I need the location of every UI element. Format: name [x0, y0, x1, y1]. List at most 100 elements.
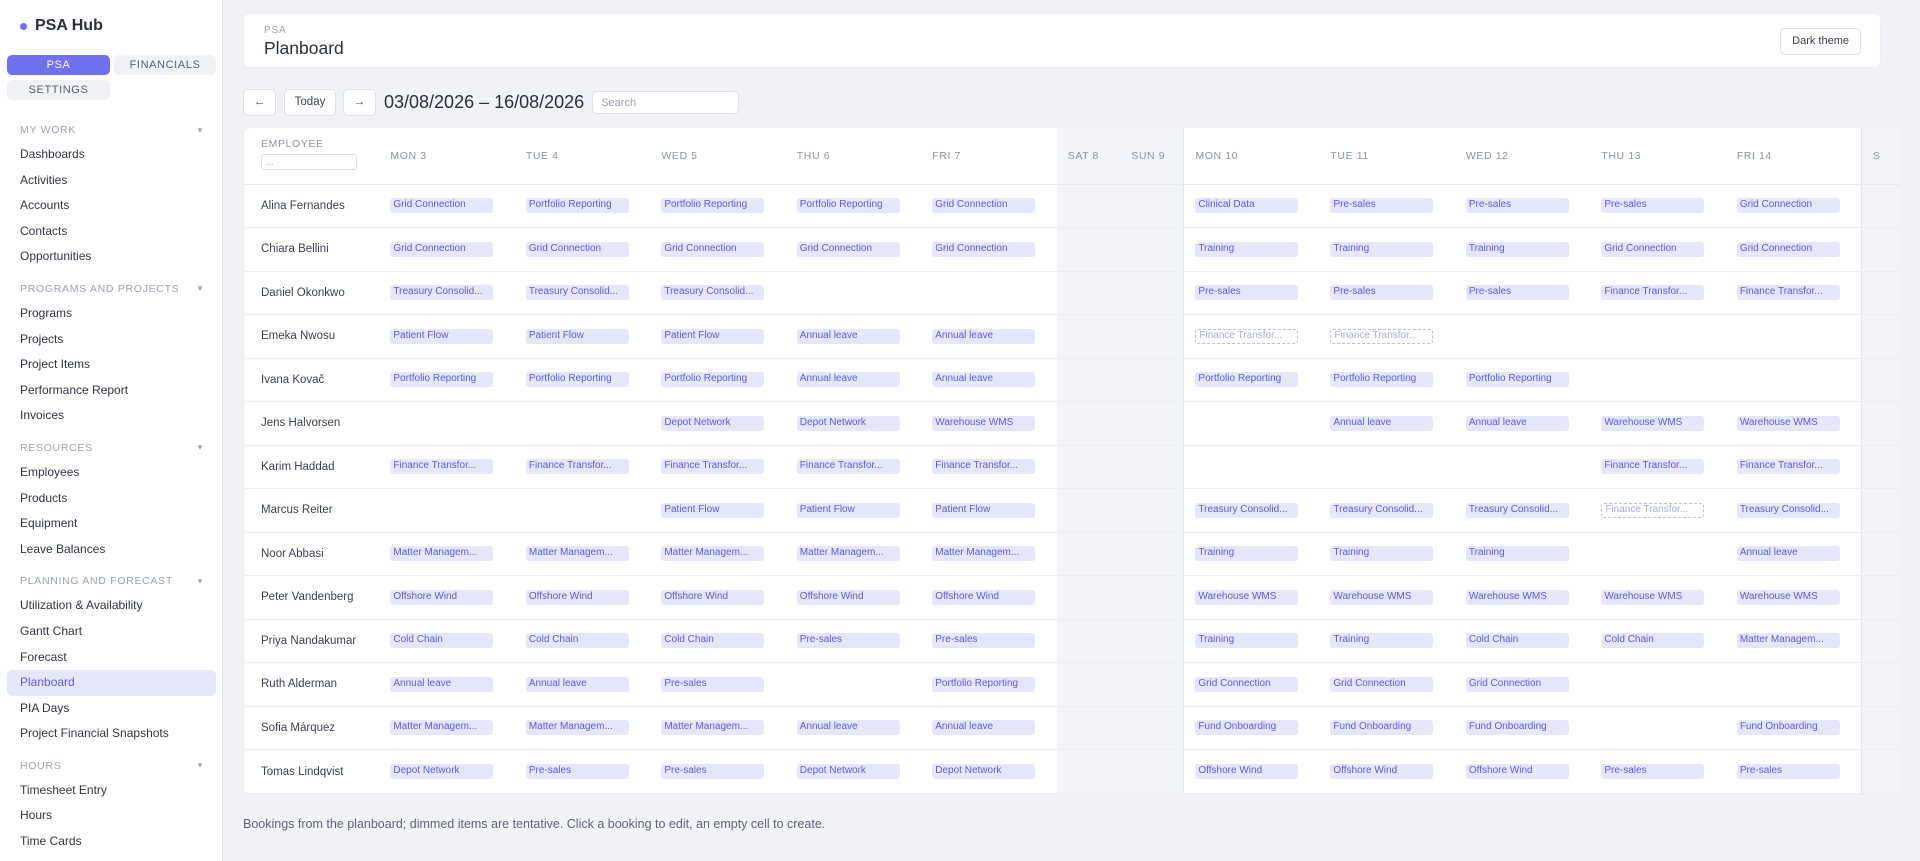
- nav-section-header[interactable]: PLANNING AND FORECAST ▾: [0, 569, 222, 593]
- planboard-cell[interactable]: [1120, 445, 1184, 489]
- planboard-cell[interactable]: Finance Transfor...: [1183, 314, 1320, 359]
- booking[interactable]: Finance Transfor...: [1736, 285, 1840, 301]
- booking[interactable]: Offshore Wind: [525, 589, 629, 605]
- booking[interactable]: Portfolio Reporting: [525, 372, 629, 388]
- planboard-cell[interactable]: Cold Chain: [1590, 619, 1726, 663]
- planboard-cell[interactable]: Finance Transfor...: [785, 445, 922, 489]
- planboard-cell[interactable]: [1590, 532, 1726, 576]
- sidebar-item-opportunities[interactable]: Opportunities: [7, 244, 216, 270]
- nav-section-header[interactable]: HOURS ▾: [0, 754, 222, 778]
- booking[interactable]: Grid Connection: [1601, 241, 1705, 257]
- planboard-cell[interactable]: Treasury Consolid...: [1183, 488, 1320, 533]
- planboard-cell[interactable]: [1120, 314, 1184, 359]
- planboard-cell[interactable]: [514, 488, 651, 533]
- planboard-cell[interactable]: Depot Network: [379, 750, 514, 794]
- planboard-cell[interactable]: [1056, 488, 1121, 533]
- planboard-cell[interactable]: Finance Transfor...: [1319, 314, 1455, 359]
- booking[interactable]: Warehouse WMS: [932, 415, 1036, 431]
- booking[interactable]: Training: [1465, 546, 1569, 562]
- employee-name[interactable]: Ivana Kovač: [244, 358, 380, 402]
- planboard-cell[interactable]: Clinical Data: [1183, 184, 1320, 228]
- booking[interactable]: Fund Onboarding: [1330, 720, 1434, 736]
- chevron-down-icon[interactable]: ▾: [198, 283, 203, 294]
- app-brand[interactable]: PSA Hub: [20, 17, 103, 35]
- planboard-cell[interactable]: Patient Flow: [921, 488, 1057, 533]
- planboard-cell[interactable]: Grid Connection: [1725, 227, 1862, 272]
- planboard-cell[interactable]: [1860, 619, 1900, 663]
- booking[interactable]: Pre-sales: [525, 764, 629, 779]
- booking[interactable]: Patient Flow: [525, 328, 629, 344]
- booking[interactable]: Patient Flow: [932, 502, 1036, 518]
- planboard-cell[interactable]: [1120, 706, 1184, 750]
- planboard-cell[interactable]: [1056, 575, 1121, 620]
- booking[interactable]: Cold Chain: [525, 633, 629, 649]
- planboard-cell[interactable]: [1860, 271, 1900, 315]
- planboard-cell[interactable]: Offshore Wind: [650, 575, 786, 620]
- planboard-cell[interactable]: [1056, 401, 1121, 446]
- booking[interactable]: Annual leave: [932, 372, 1036, 388]
- planboard-cell[interactable]: [1183, 401, 1320, 446]
- planboard-cell[interactable]: Cold Chain: [1454, 619, 1591, 663]
- booking[interactable]: Matter Managem...: [390, 720, 494, 736]
- planboard-cell[interactable]: Grid Connection: [921, 184, 1057, 228]
- booking[interactable]: Grid Connection: [1195, 676, 1299, 692]
- booking[interactable]: Fund Onboarding: [1195, 720, 1299, 736]
- planboard-cell[interactable]: Grid Connection: [514, 227, 651, 272]
- booking[interactable]: Treasury Consolid...: [1330, 502, 1434, 518]
- employee-name[interactable]: Marcus Reiter: [244, 488, 380, 533]
- planboard-cell[interactable]: [1860, 445, 1900, 489]
- planboard-cell[interactable]: Offshore Wind: [514, 575, 651, 620]
- planboard-cell[interactable]: [1590, 358, 1726, 402]
- planboard-cell[interactable]: [1860, 706, 1900, 750]
- booking[interactable]: Portfolio Reporting: [932, 676, 1036, 692]
- planboard-cell[interactable]: [1860, 184, 1900, 228]
- employee-name[interactable]: Tomas Lindqvist: [244, 750, 379, 794]
- booking[interactable]: Grid Connection: [1465, 676, 1569, 692]
- planboard-cell[interactable]: Portfolio Reporting: [1319, 358, 1455, 402]
- sidebar-item-performance-report[interactable]: Performance Report: [7, 378, 216, 404]
- booking[interactable]: Cold Chain: [390, 633, 494, 649]
- booking[interactable]: Depot Network: [796, 415, 900, 431]
- booking[interactable]: Training: [1465, 241, 1569, 257]
- planboard-cell[interactable]: Cold Chain: [379, 619, 515, 663]
- booking[interactable]: Grid Connection: [390, 241, 494, 257]
- booking[interactable]: Warehouse WMS: [1601, 415, 1705, 431]
- booking[interactable]: Cold Chain: [1601, 633, 1705, 649]
- booking[interactable]: Annual leave: [796, 372, 900, 388]
- planboard-cell[interactable]: [1056, 184, 1121, 228]
- booking[interactable]: Offshore Wind: [1465, 764, 1569, 779]
- sidebar-item-time-cards[interactable]: Time Cards: [7, 829, 216, 855]
- planboard-cell[interactable]: [1725, 314, 1862, 359]
- planboard-cell[interactable]: [1056, 271, 1121, 315]
- planboard-cell[interactable]: [1860, 488, 1900, 533]
- booking[interactable]: Annual leave: [525, 676, 629, 692]
- booking[interactable]: Pre-sales: [1601, 198, 1705, 214]
- planboard-cell[interactable]: Fund Onboarding: [1725, 706, 1862, 750]
- planboard-cell[interactable]: [1590, 706, 1726, 750]
- planboard-cell[interactable]: [1860, 227, 1900, 272]
- booking[interactable]: Annual leave: [390, 676, 494, 692]
- nav-section-header[interactable]: MY WORK ▾: [0, 118, 222, 142]
- planboard-cell[interactable]: Treasury Consolid...: [650, 271, 786, 315]
- mode-settings-button[interactable]: SETTINGS: [7, 80, 110, 100]
- booking[interactable]: Portfolio Reporting: [525, 198, 629, 214]
- booking[interactable]: Cold Chain: [661, 633, 765, 649]
- booking[interactable]: Grid Connection: [1736, 241, 1840, 257]
- planboard-cell[interactable]: [1056, 662, 1121, 707]
- planboard-cell[interactable]: Pre-sales: [785, 619, 922, 663]
- employee-name[interactable]: Jens Halvorsen: [244, 401, 380, 446]
- planboard-cell[interactable]: Pre-sales: [515, 750, 650, 794]
- planboard-cell[interactable]: [785, 271, 922, 315]
- booking[interactable]: Grid Connection: [390, 198, 494, 214]
- planboard-cell[interactable]: Annual leave: [1454, 401, 1591, 446]
- planboard-cell[interactable]: Portfolio Reporting: [650, 184, 786, 228]
- employee-name[interactable]: Ruth Alderman: [244, 662, 380, 707]
- planboard-cell[interactable]: Pre-sales: [1319, 271, 1455, 315]
- planboard-cell[interactable]: Treasury Consolid...: [1725, 488, 1862, 533]
- planboard-cell[interactable]: Annual leave: [921, 706, 1057, 750]
- today-button[interactable]: Today: [284, 89, 336, 116]
- booking[interactable]: Grid Connection: [932, 241, 1036, 257]
- planboard-cell[interactable]: Finance Transfor...: [650, 445, 786, 489]
- sidebar-item-utilization-availability[interactable]: Utilization & Availability: [7, 593, 216, 619]
- planboard-cell[interactable]: Fund Onboarding: [1319, 706, 1455, 750]
